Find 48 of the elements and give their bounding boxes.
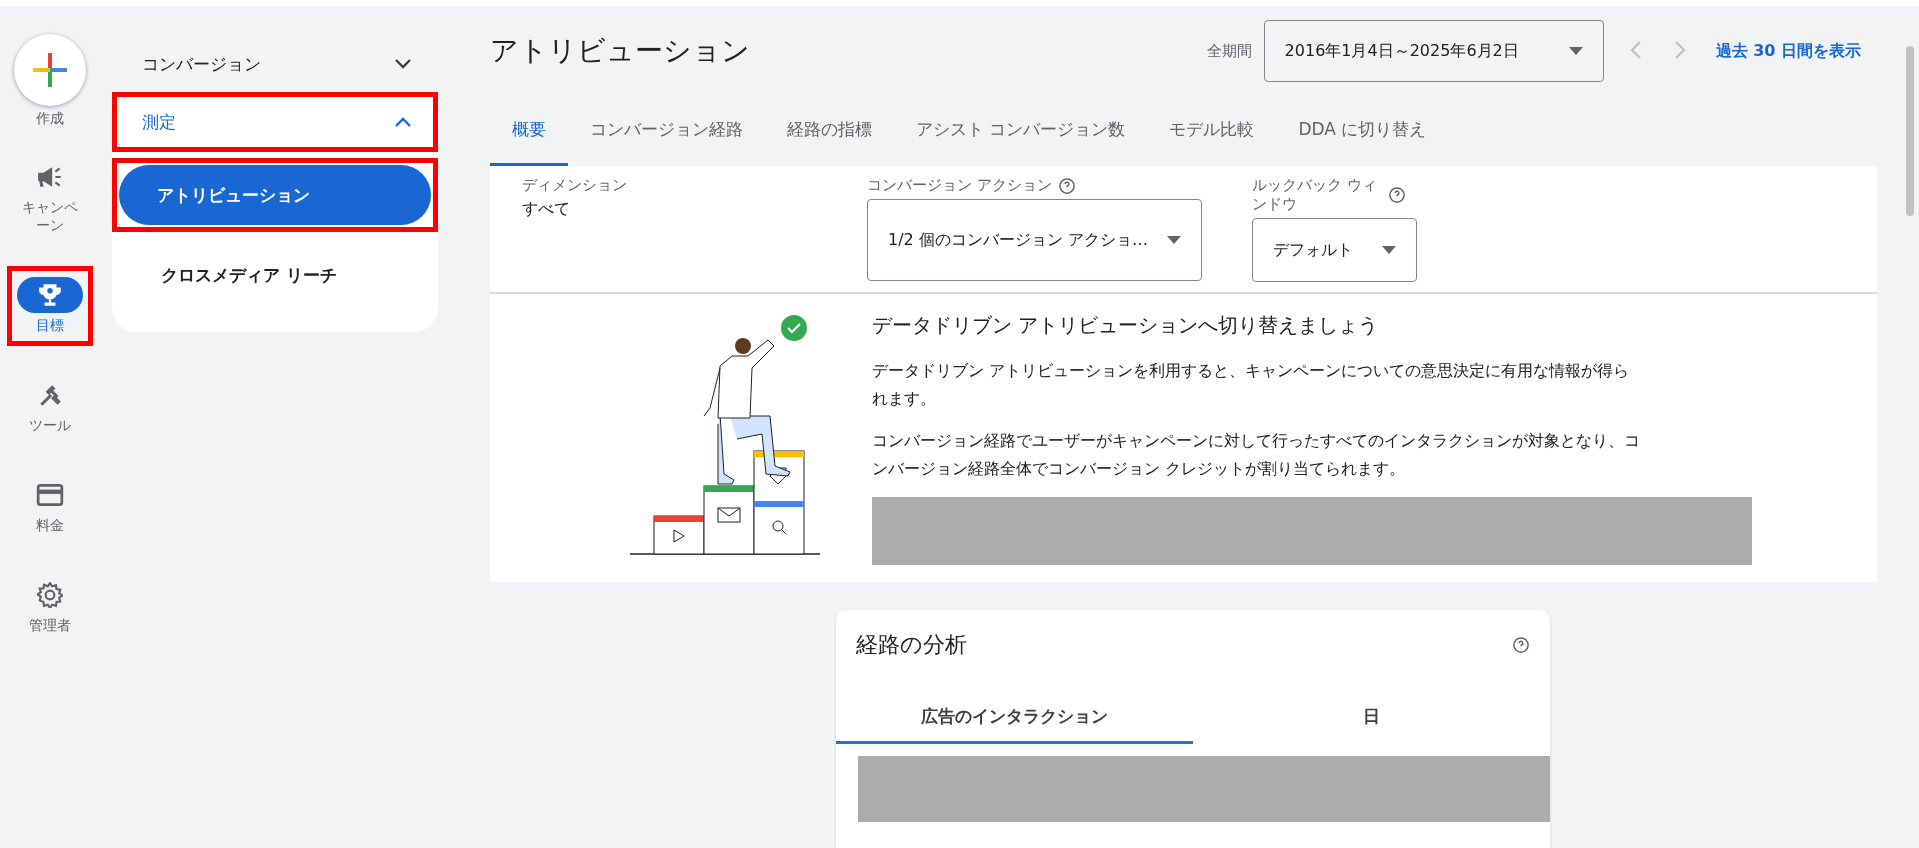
chevron-right-icon (1673, 39, 1686, 60)
trophy-icon (37, 282, 63, 308)
tab[interactable]: DDA に切り替え (1276, 96, 1449, 166)
dropdown-caret-icon (1382, 246, 1396, 254)
card-tab[interactable]: 日 (1193, 692, 1550, 744)
nav-item[interactable]: 管理者 (7, 566, 93, 646)
banner-title: データドリブン アトリビューションへ切り替えましょう (872, 312, 1380, 339)
nav-item[interactable]: キャンペーン (7, 148, 93, 246)
help-icon[interactable] (1057, 176, 1076, 195)
last-30-days-link[interactable]: 過去 30 日間を表示 (1715, 40, 1861, 62)
filter-select[interactable]: デフォルト (1252, 218, 1417, 282)
filter-label: ディメンション (522, 176, 627, 195)
banner-paragraph: コンバージョン経路でユーザーがキャンペーンに対して行ったすべてのインタラクションが対象となり、コンバージョン経路全体でコンバージョン クレジットが割り当てられます。 (872, 430, 1641, 480)
credit-card-icon (36, 483, 64, 507)
chevron-up-icon (394, 116, 412, 128)
dropdown-caret-icon (1167, 236, 1181, 244)
dropdown-caret-icon (1568, 47, 1583, 55)
chevron-down-icon (394, 58, 412, 70)
create-label: 作成 (36, 110, 64, 128)
card-title: 経路の分析 (856, 631, 967, 659)
filter-label: ルックバック ウィンドウ (1252, 176, 1378, 214)
chevron-left-icon (1629, 39, 1642, 60)
section-header[interactable]: コンバージョン (112, 36, 438, 92)
filter-select[interactable]: 1/2 個のコンバージョン アクショ… (867, 199, 1202, 281)
create-button[interactable] (14, 34, 86, 106)
nav-item[interactable]: ツール (7, 366, 93, 446)
page-title: アトリビューション (490, 33, 750, 69)
period-label: 全期間 (1206, 41, 1252, 61)
filter-value: すべて (522, 199, 571, 220)
tab[interactable]: モデル比較 (1147, 96, 1277, 166)
plus-icon (33, 53, 67, 87)
megaphone-icon (36, 165, 64, 189)
tab[interactable]: 経路の指標 (765, 96, 894, 166)
settings-icon (37, 582, 63, 608)
scrollbar-thumb[interactable] (1906, 46, 1914, 216)
highlighted-nav-item[interactable]: 目標 (7, 266, 93, 346)
submenu-item[interactable]: アトリビューション (119, 165, 431, 225)
submenu-item[interactable]: クロスメディア リーチ (119, 245, 431, 305)
tab[interactable]: アシスト コンバージョン数 (894, 96, 1148, 166)
help-icon[interactable] (1512, 636, 1530, 654)
date-range-select[interactable]: 2016年1月4日～2025年6月2日 (1263, 20, 1604, 82)
banner-paragraph: データドリブン アトリビューションを利用すると、キャンペーンについての意思決定に有用な情報が得られます。 (872, 360, 1631, 410)
group-header[interactable]: 測定 (112, 92, 438, 152)
tab[interactable]: コンバージョン経路 (568, 96, 765, 166)
filter-label: コンバージョン アクション (867, 176, 1052, 195)
card-tab[interactable]: 広告のインタラクション (836, 692, 1193, 744)
nav-item[interactable]: 料金 (7, 466, 93, 546)
help-icon[interactable] (1388, 186, 1406, 204)
